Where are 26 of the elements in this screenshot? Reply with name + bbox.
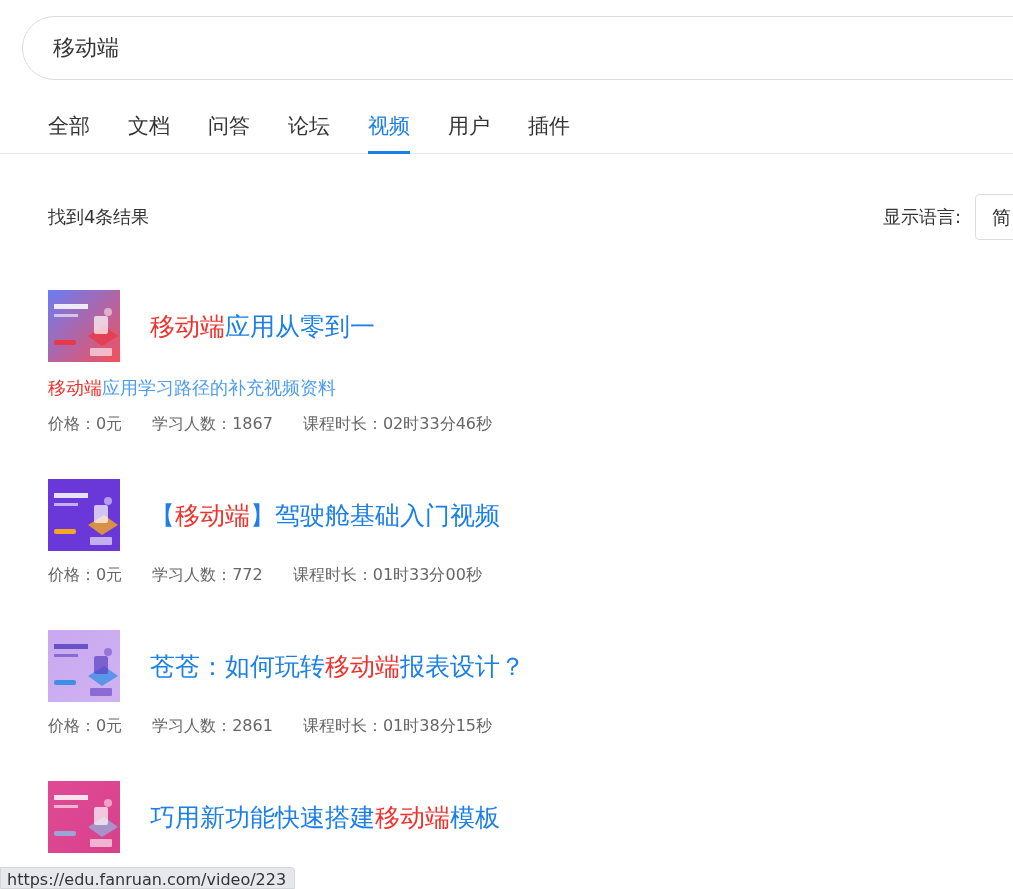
tab[interactable]: 全部 (48, 100, 90, 154)
result-description: 移动端应用学习路径的补充视频资料 (48, 376, 337, 400)
result-count: 找到4条结果 (48, 205, 150, 229)
tab[interactable]: 插件 (528, 100, 570, 154)
tab[interactable]: 文档 (128, 100, 170, 154)
tab[interactable]: 视频 (368, 100, 410, 154)
search-field[interactable]: 移动端 (22, 16, 1013, 80)
result-meta: 课程时长：02时33分46秒 (302, 414, 492, 435)
result-meta: 课程时长：01时38分15秒 (302, 716, 492, 737)
result-meta: 课程时长：01时33分00秒 (292, 565, 482, 586)
status-bar: https://edu.fanruan.com/video/223 (0, 867, 296, 889)
tab[interactable]: 用户 (448, 100, 490, 154)
result-meta: 价格：0元 (48, 565, 123, 586)
result-meta: 价格：0元 (48, 414, 123, 435)
result-meta: 学习人数：1867 (152, 414, 273, 435)
tab[interactable]: 问答 (208, 100, 250, 154)
result-title[interactable]: 【移动端】驾驶舱基础入门视频 (150, 498, 500, 532)
result-meta: 学习人数：2861 (152, 716, 273, 737)
language-label: 显示语言: (882, 205, 961, 229)
tab[interactable]: 论坛 (288, 100, 330, 154)
result-title[interactable]: 苍苍：如何玩转移动端报表设计？ (150, 649, 525, 683)
result-title[interactable]: 巧用新功能快速搭建移动端模板 (150, 800, 500, 834)
result-meta: 价格：0元 (48, 716, 123, 737)
result-title[interactable]: 移动端应用从零到一 (150, 309, 375, 343)
language-dropdown[interactable]: 简 (975, 194, 1013, 240)
result-meta: 学习人数：772 (152, 565, 263, 586)
